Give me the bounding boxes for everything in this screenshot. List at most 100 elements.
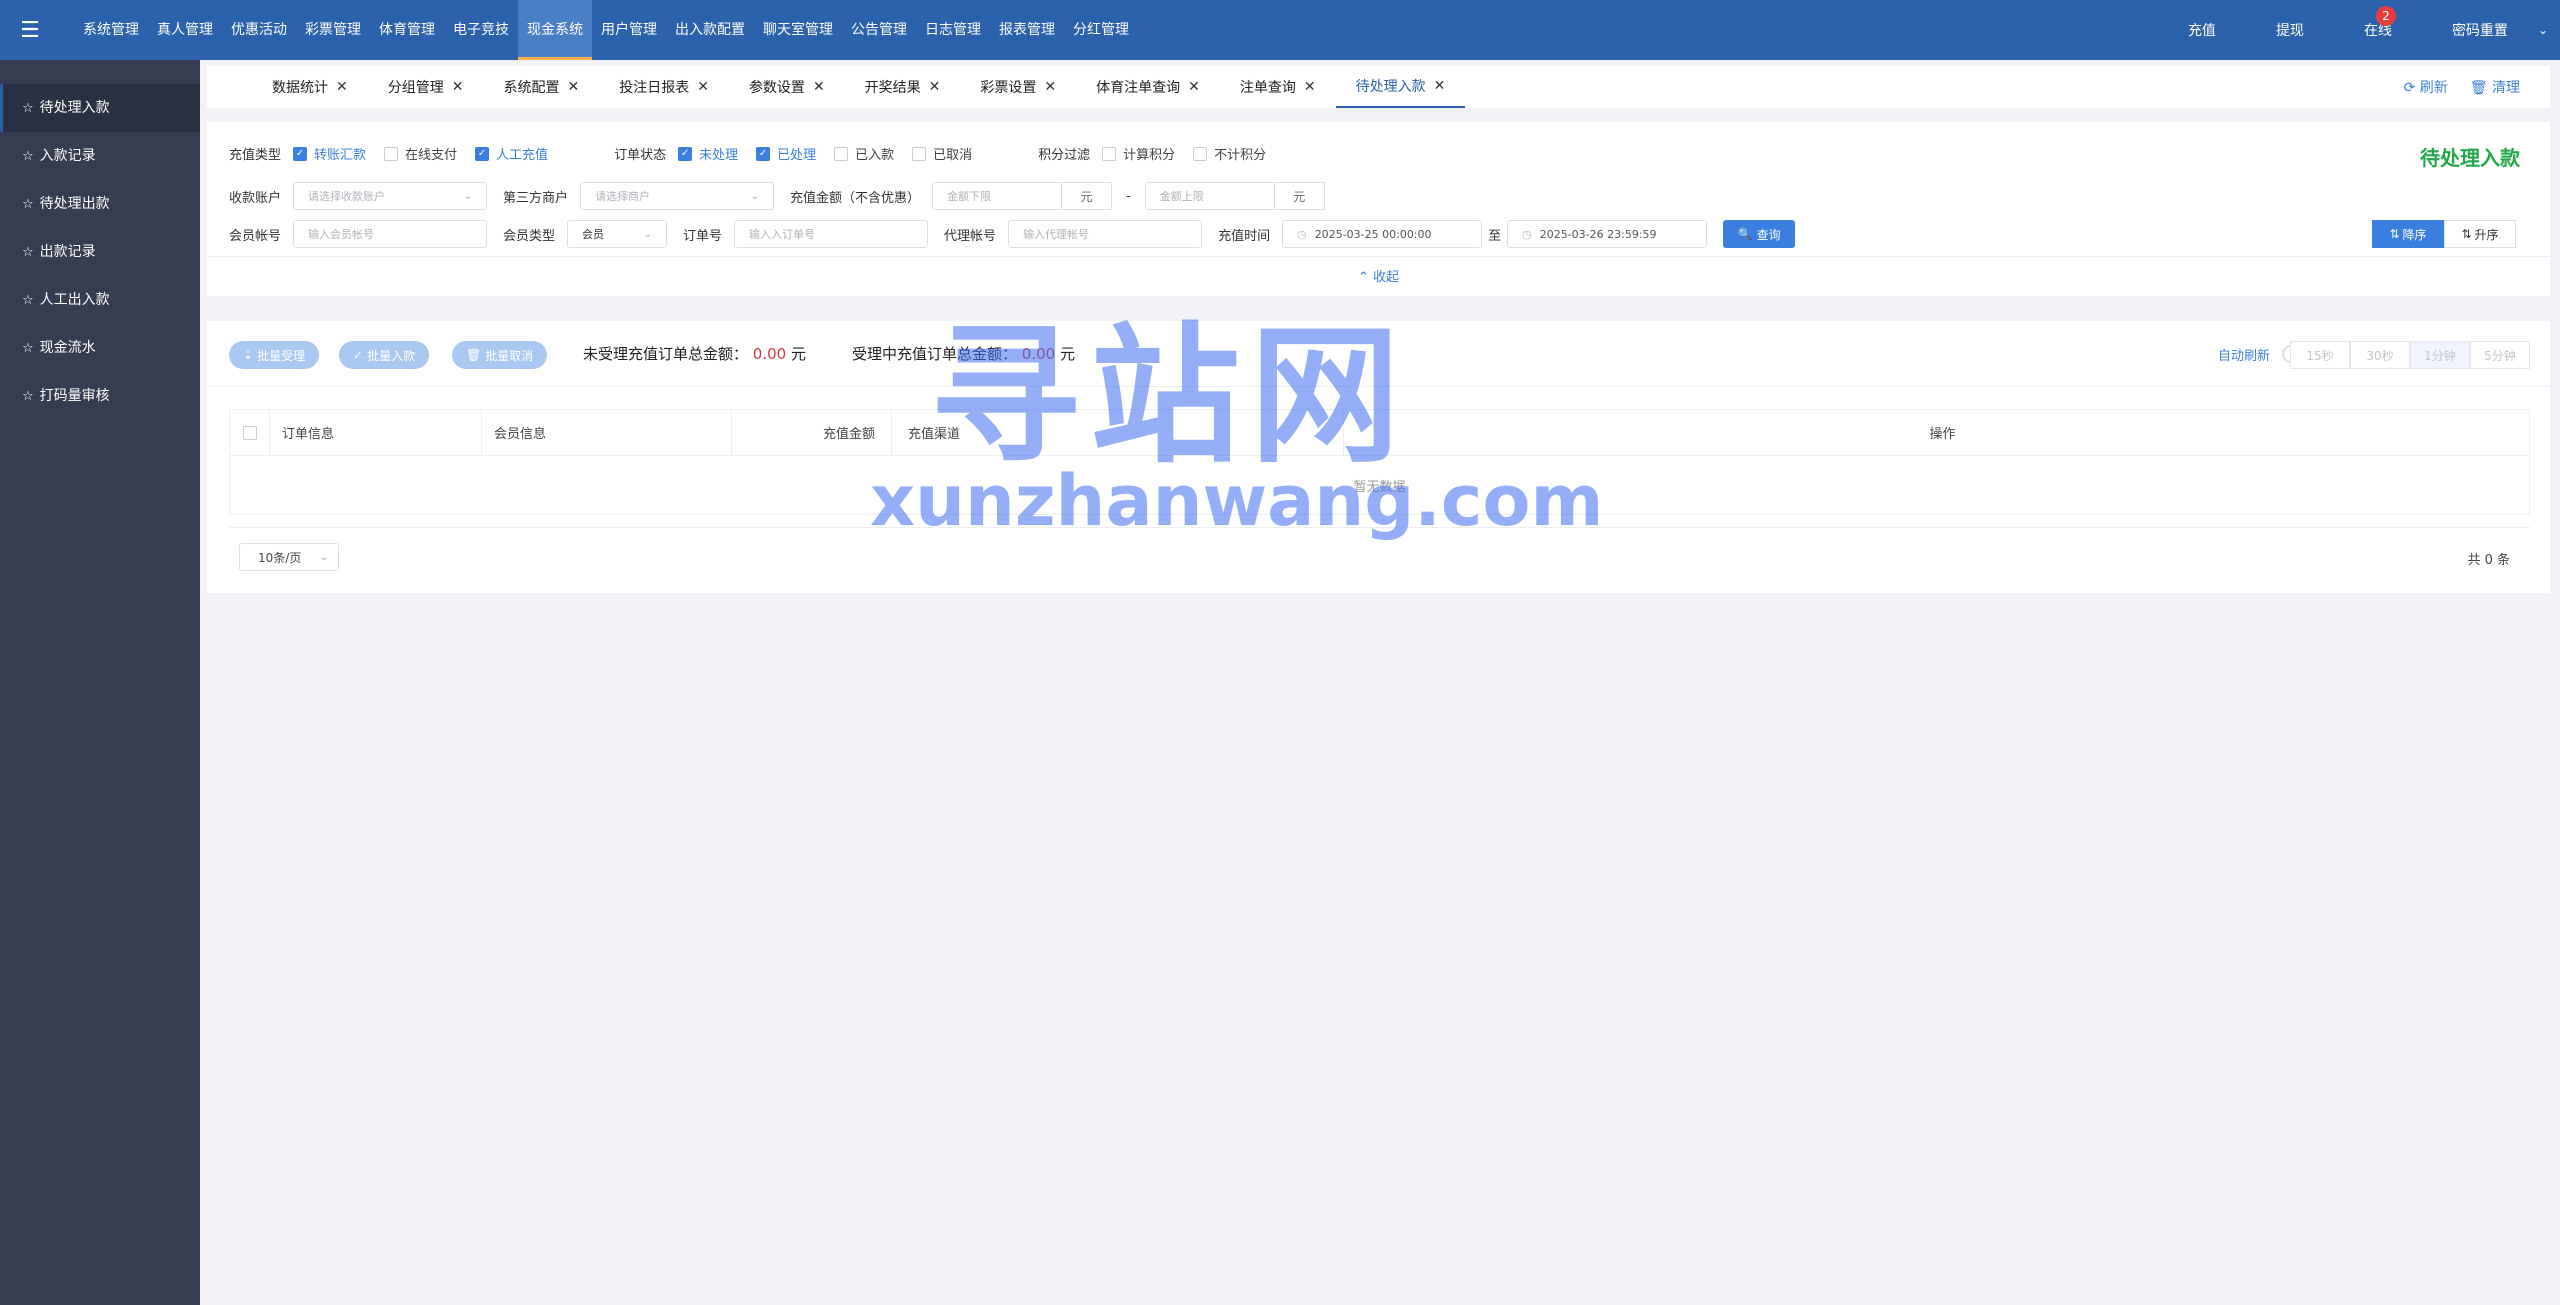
sidebar-item-label: 现金流水 <box>39 340 96 356</box>
topnav-item[interactable]: 用户管理 <box>592 0 666 60</box>
batch-deposit-button[interactable]: ✓ 批量入款 <box>339 341 430 369</box>
topnav-item[interactable]: 体育管理 <box>370 0 444 60</box>
recharge-link[interactable]: 充值 <box>2158 20 2246 40</box>
order-no-input[interactable]: 输入入订单号 <box>734 220 929 248</box>
query-button[interactable]: 🔍 查询 <box>1723 220 1796 248</box>
amount-max-input[interactable]: 金额上限 <box>1144 182 1275 210</box>
withdraw-link[interactable]: 提现 <box>2246 20 2334 40</box>
points-option-checkbox[interactable] <box>1193 146 1208 161</box>
order-status-checkbox[interactable]: ✓ <box>756 146 771 161</box>
sidebar-item[interactable]: ☆ 现金流水 <box>0 324 200 372</box>
table-header-cell: 充值渠道 <box>892 410 1344 455</box>
topnav-item[interactable]: 聊天室管理 <box>754 0 842 60</box>
topnav-item[interactable]: 出入款配置 <box>666 0 754 60</box>
tab-item[interactable]: 彩票设置 ✕ <box>960 66 1076 108</box>
clear-button[interactable]: 🗑 清理 <box>2470 77 2520 97</box>
trash-icon: 🗑 <box>466 348 482 362</box>
batch-cancel-button[interactable]: 🗑 批量取消 <box>452 341 548 369</box>
amount-min-input[interactable]: 金额下限 <box>932 182 1063 210</box>
tab-item[interactable]: 系统配置 ✕ <box>483 66 599 108</box>
trash-icon: 🗑 <box>2469 80 2488 96</box>
member-type-label: 会员类型 <box>503 228 556 244</box>
refresh-interval-option[interactable]: 1分钟 <box>2410 341 2470 369</box>
topnav-item[interactable]: 日志管理 <box>916 0 990 60</box>
recharge-type-checkbox[interactable] <box>384 146 399 161</box>
receive-account-select[interactable]: 请选择收款账户 ⌄ <box>293 182 488 210</box>
sort-desc-button[interactable]: ⇅ 降序 <box>2372 220 2444 248</box>
chevron-down-icon[interactable]: ⌄ <box>2538 23 2548 37</box>
sidebar-item[interactable]: ☆ 待处理入款 <box>0 84 200 132</box>
member-account-input[interactable]: 输入会员帐号 <box>293 220 488 248</box>
time-start-input[interactable]: ◷ 2025-03-25 00:00:00 <box>1282 220 1483 248</box>
recharge-type-checkbox[interactable]: ✓ <box>293 146 308 161</box>
reset-password-link[interactable]: 密码重置 <box>2422 20 2538 40</box>
refresh-interval-option[interactable]: 15秒 <box>2290 341 2350 369</box>
recharge-type-label: 转账汇款 <box>314 148 367 163</box>
tab-item[interactable]: 注单查询 ✕ <box>1220 66 1336 108</box>
close-icon[interactable]: ✕ <box>1304 79 1316 95</box>
topnav-item[interactable]: 彩票管理 <box>296 0 370 60</box>
recharge-type-checkbox[interactable]: ✓ <box>475 146 490 161</box>
order-status-checkbox[interactable] <box>834 146 849 161</box>
close-icon[interactable]: ✕ <box>452 79 464 95</box>
chevron-down-icon: ⌄ <box>463 190 473 202</box>
close-icon[interactable]: ✕ <box>567 79 579 95</box>
page-title: 待处理入款 <box>2420 146 2520 170</box>
select-all-checkbox[interactable] <box>242 425 257 440</box>
currency-unit: 元 <box>1059 345 1075 363</box>
topnav-item[interactable]: 电子竞技 <box>444 0 518 60</box>
topnav-item[interactable]: 报表管理 <box>990 0 1064 60</box>
sidebar-item-label: 人工出入款 <box>39 292 110 308</box>
sort-asc-button[interactable]: ⇅ 升序 <box>2444 220 2516 248</box>
topnav-item[interactable]: 优惠活动 <box>222 0 296 60</box>
total-count: 共 0 条 <box>2467 553 2510 568</box>
close-icon[interactable]: ✕ <box>813 79 825 95</box>
tab-item[interactable]: 参数设置 ✕ <box>729 66 845 108</box>
tab-item[interactable]: 投注日报表 ✕ <box>599 66 729 108</box>
close-icon[interactable]: ✕ <box>336 79 348 95</box>
third-merchant-select[interactable]: 请选择商户 ⌄ <box>580 182 775 210</box>
tab-item[interactable]: 开奖结果 ✕ <box>845 66 961 108</box>
tab-item[interactable]: 数据统计 ✕ <box>252 66 368 108</box>
points-option-checkbox[interactable] <box>1102 146 1117 161</box>
menu-toggle-icon[interactable]: ☰ <box>0 0 60 60</box>
sidebar-item[interactable]: ☆ 出款记录 <box>0 228 200 276</box>
refresh-label: 刷新 <box>2419 80 2448 96</box>
close-icon[interactable]: ✕ <box>929 79 941 95</box>
agent-account-input[interactable]: 输入代理帐号 <box>1008 220 1203 248</box>
sidebar: ☆ 待处理入款 ☆ 入款记录 ☆ 待处理出款 ☆ 出款记录 ☆ 人工出入款 ☆ 现金流水 ☆ 打码量审核 <box>0 60 200 1305</box>
close-icon[interactable]: ✕ <box>1188 79 1200 95</box>
refresh-interval-option[interactable]: 5分钟 <box>2470 341 2530 369</box>
sidebar-item[interactable]: ☆ 待处理出款 <box>0 180 200 228</box>
refresh-interval-option[interactable]: 30秒 <box>2350 341 2410 369</box>
order-status-checkbox[interactable]: ✓ <box>678 146 693 161</box>
refresh-button[interactable]: ⟳ 刷新 <box>2404 77 2448 97</box>
accepting-label: 受理中充值订单总金额： <box>852 345 1018 363</box>
tab-item[interactable]: 体育注单查询 ✕ <box>1076 66 1220 108</box>
column-label: 会员信息 <box>494 427 547 442</box>
page-size-select[interactable]: 10条/页 ⌄ <box>239 543 339 571</box>
collapse-filter-link[interactable]: ⌃ 收起 <box>207 266 2550 285</box>
topnav-item[interactable]: 现金系统 <box>518 0 592 60</box>
sidebar-item[interactable]: ☆ 人工出入款 <box>0 276 200 324</box>
sidebar-item[interactable]: ☆ 入款记录 <box>0 132 200 180</box>
order-status-checkbox[interactable] <box>912 146 927 161</box>
receive-account-label: 收款账户 <box>229 190 282 206</box>
topnav-item[interactable]: 分红管理 <box>1064 0 1138 60</box>
tab-item[interactable]: 待处理入款 ✕ <box>1335 66 1466 108</box>
recharge-type-label: 人工充值 <box>496 148 549 163</box>
tab-item[interactable]: 分组管理 ✕ <box>368 66 484 108</box>
close-icon[interactable]: ✕ <box>1434 78 1446 94</box>
filter-row-3: 会员帐号 输入会员帐号 会员类型 会员 ⌄ 订单号 输入入订单号 代理帐号 输入… <box>229 220 1796 248</box>
member-type-select[interactable]: 会员 ⌄ <box>567 220 668 248</box>
online-link[interactable]: 在线 2 <box>2334 6 2422 40</box>
batch-accept-button[interactable]: ⇣ 批量受理 <box>229 341 320 369</box>
topnav-item[interactable]: 系统管理 <box>74 0 148 60</box>
sidebar-item-label: 待处理入款 <box>39 100 110 116</box>
topnav-item[interactable]: 真人管理 <box>148 0 222 60</box>
close-icon[interactable]: ✕ <box>697 79 709 95</box>
topnav-item[interactable]: 公告管理 <box>842 0 916 60</box>
time-end-input[interactable]: ◷ 2025-03-26 23:59:59 <box>1507 220 1708 248</box>
close-icon[interactable]: ✕ <box>1044 79 1056 95</box>
sidebar-item[interactable]: ☆ 打码量审核 <box>0 372 200 420</box>
